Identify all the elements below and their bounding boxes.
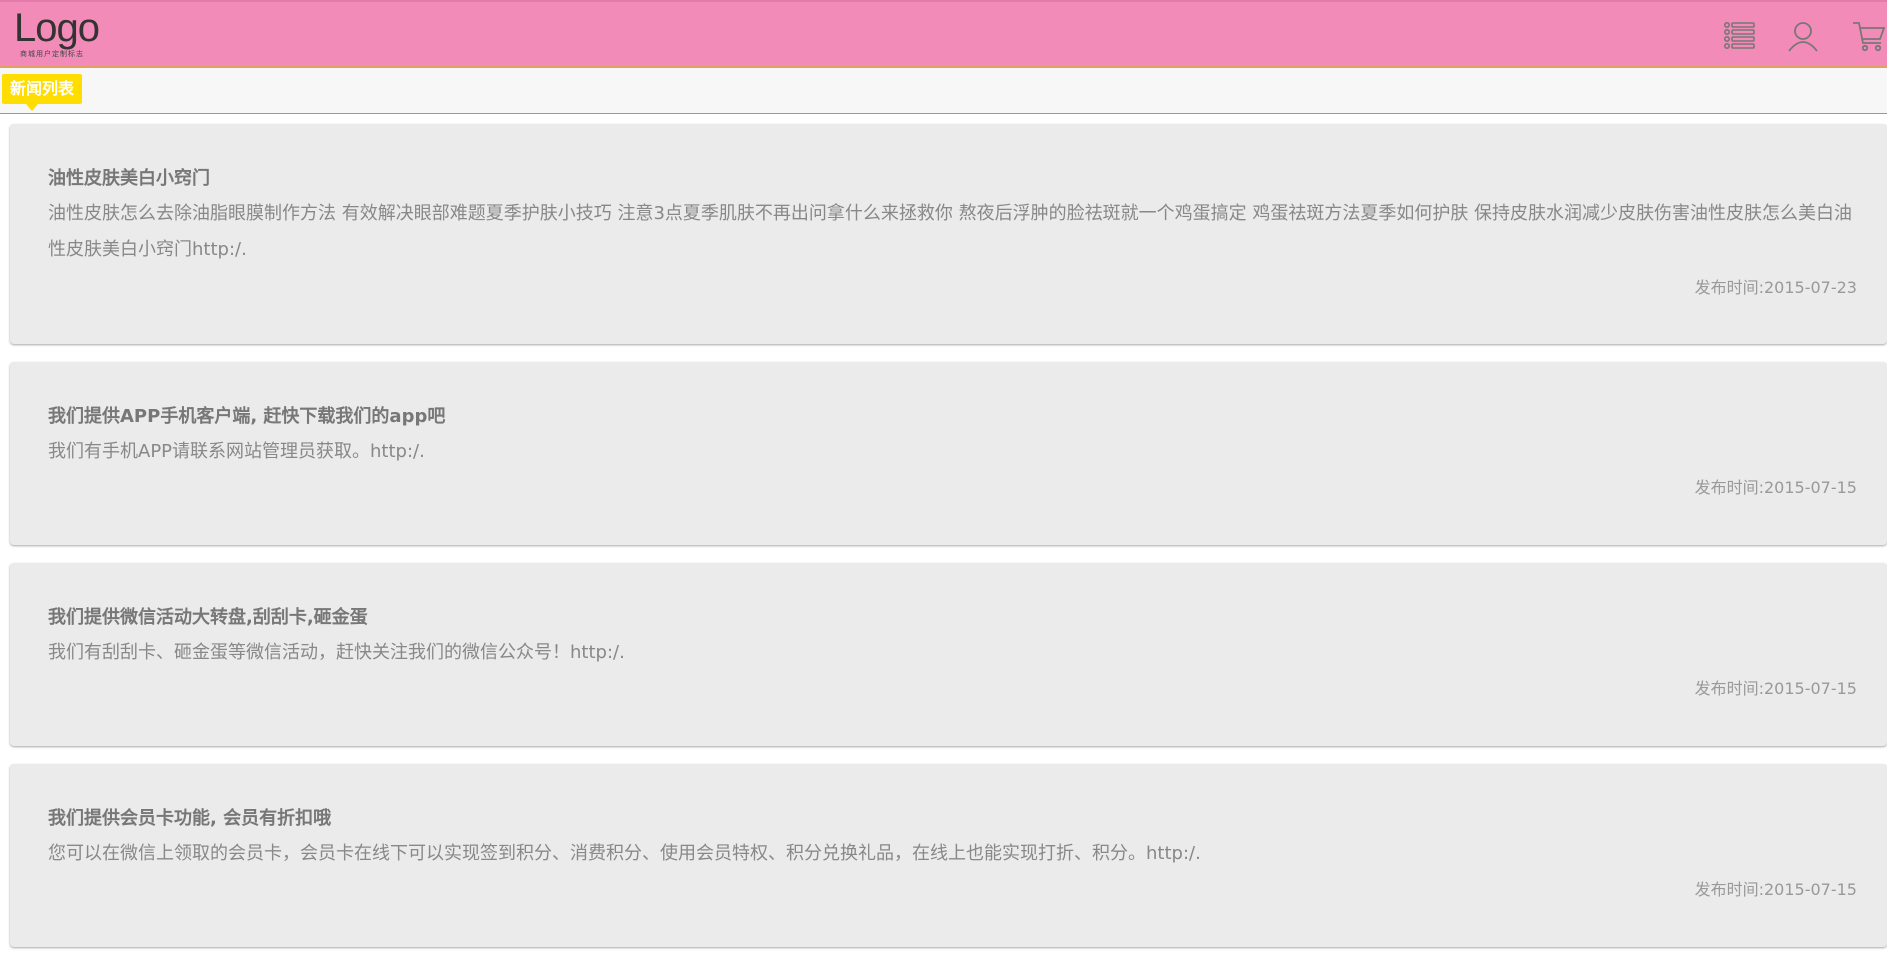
tab-news-list[interactable]: 新闻列表	[2, 74, 83, 111]
news-date: 发布时间:2015-07-15	[1694, 478, 1857, 497]
sub-navigation-bar: 新闻列表	[0, 68, 1887, 114]
news-description: 您可以在微信上领取的会员卡，会员卡在线下可以实现签到积分、消费积分、使用会员特权…	[48, 843, 1201, 864]
news-item[interactable]: 我们提供会员卡功能, 会员有折扣哦 您可以在微信上领取的会员卡，会员卡在线下可以…	[10, 764, 1887, 947]
user-icon	[1788, 22, 1818, 52]
menu-list-button[interactable]	[1720, 16, 1760, 56]
news-description: 我们有刮刮卡、砸金蛋等微信活动，赶快关注我们的微信公众号！http:/.	[48, 642, 625, 663]
news-list: 油性皮肤美白小窍门 油性皮肤怎么去除油脂眼膜制作方法 有效解决眼部难题夏季护肤小…	[10, 124, 1887, 965]
news-date: 发布时间:2015-07-15	[1694, 679, 1857, 698]
news-item[interactable]: 油性皮肤美白小窍门 油性皮肤怎么去除油脂眼膜制作方法 有效解决眼部难题夏季护肤小…	[10, 124, 1887, 344]
news-date: 发布时间:2015-07-15	[1694, 880, 1857, 899]
logo[interactable]: Logo 商城用户定制标志	[14, 6, 104, 62]
news-description: 我们有手机APP请联系网站管理员获取。http:/.	[48, 441, 425, 462]
user-button[interactable]	[1783, 16, 1823, 56]
news-description: 油性皮肤怎么去除油脂眼膜制作方法 有效解决眼部难题夏季护肤小技巧 注意3点夏季肌…	[48, 203, 1853, 260]
news-title: 我们提供APP手机客户端, 赶快下载我们的app吧	[48, 406, 446, 427]
news-title: 我们提供会员卡功能, 会员有折扣哦	[48, 808, 332, 829]
cart-icon	[1853, 22, 1885, 52]
menu-list-icon	[1723, 21, 1755, 49]
top-header: Logo 商城用户定制标志	[0, 0, 1887, 68]
news-title: 油性皮肤美白小窍门	[48, 168, 210, 189]
news-item[interactable]: 我们提供APP手机客户端, 赶快下载我们的app吧 我们有手机APP请联系网站管…	[10, 362, 1887, 545]
logo-text: Logo	[14, 6, 100, 50]
cart-button[interactable]	[1848, 16, 1887, 56]
news-date: 发布时间:2015-07-23	[1694, 278, 1857, 297]
logo-subtitle: 商城用户定制标志	[20, 50, 84, 58]
news-item[interactable]: 我们提供微信活动大转盘,刮刮卡,砸金蛋 我们有刮刮卡、砸金蛋等微信活动，赶快关注…	[10, 563, 1887, 746]
news-title: 我们提供微信活动大转盘,刮刮卡,砸金蛋	[48, 607, 368, 628]
